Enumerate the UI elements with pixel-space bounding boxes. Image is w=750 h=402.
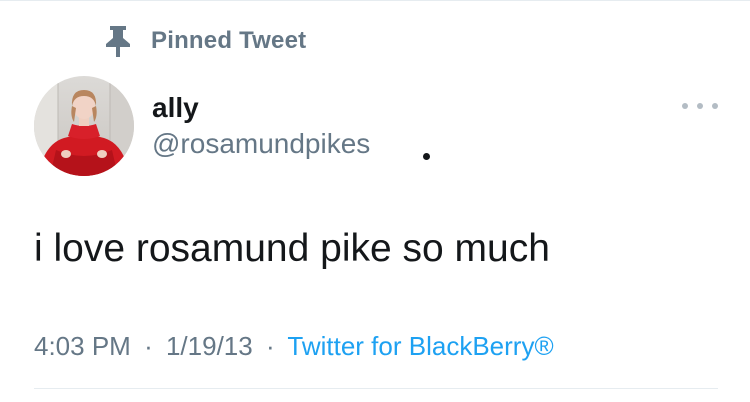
meta-separator: · [144,331,153,361]
more-dot [697,103,703,109]
tweet-source-link[interactable]: Twitter for BlackBerry® [287,331,553,361]
more-options-icon[interactable] [680,96,720,116]
author-handle[interactable]: @rosamundpikes [152,128,370,160]
top-divider [0,0,750,1]
tweet-meta: 4:03 PM · 1/19/13 · Twitter for BlackBer… [34,330,554,362]
pinned-tweet-label: Pinned Tweet [151,27,307,54]
pinned-tweet-indicator: Pinned Tweet [104,24,306,58]
tweet-date[interactable]: 1/19/13 [166,331,253,361]
author-name[interactable]: ally [152,92,199,124]
more-dot [682,103,688,109]
pin-icon [104,24,132,58]
more-dot [712,103,718,109]
stray-dot [423,153,430,160]
tweet-text: i love rosamund pike so much [34,227,550,270]
bottom-divider [34,388,718,389]
avatar[interactable] [34,76,134,176]
meta-separator: · [265,331,275,361]
tweet-time[interactable]: 4:03 PM [34,331,131,361]
